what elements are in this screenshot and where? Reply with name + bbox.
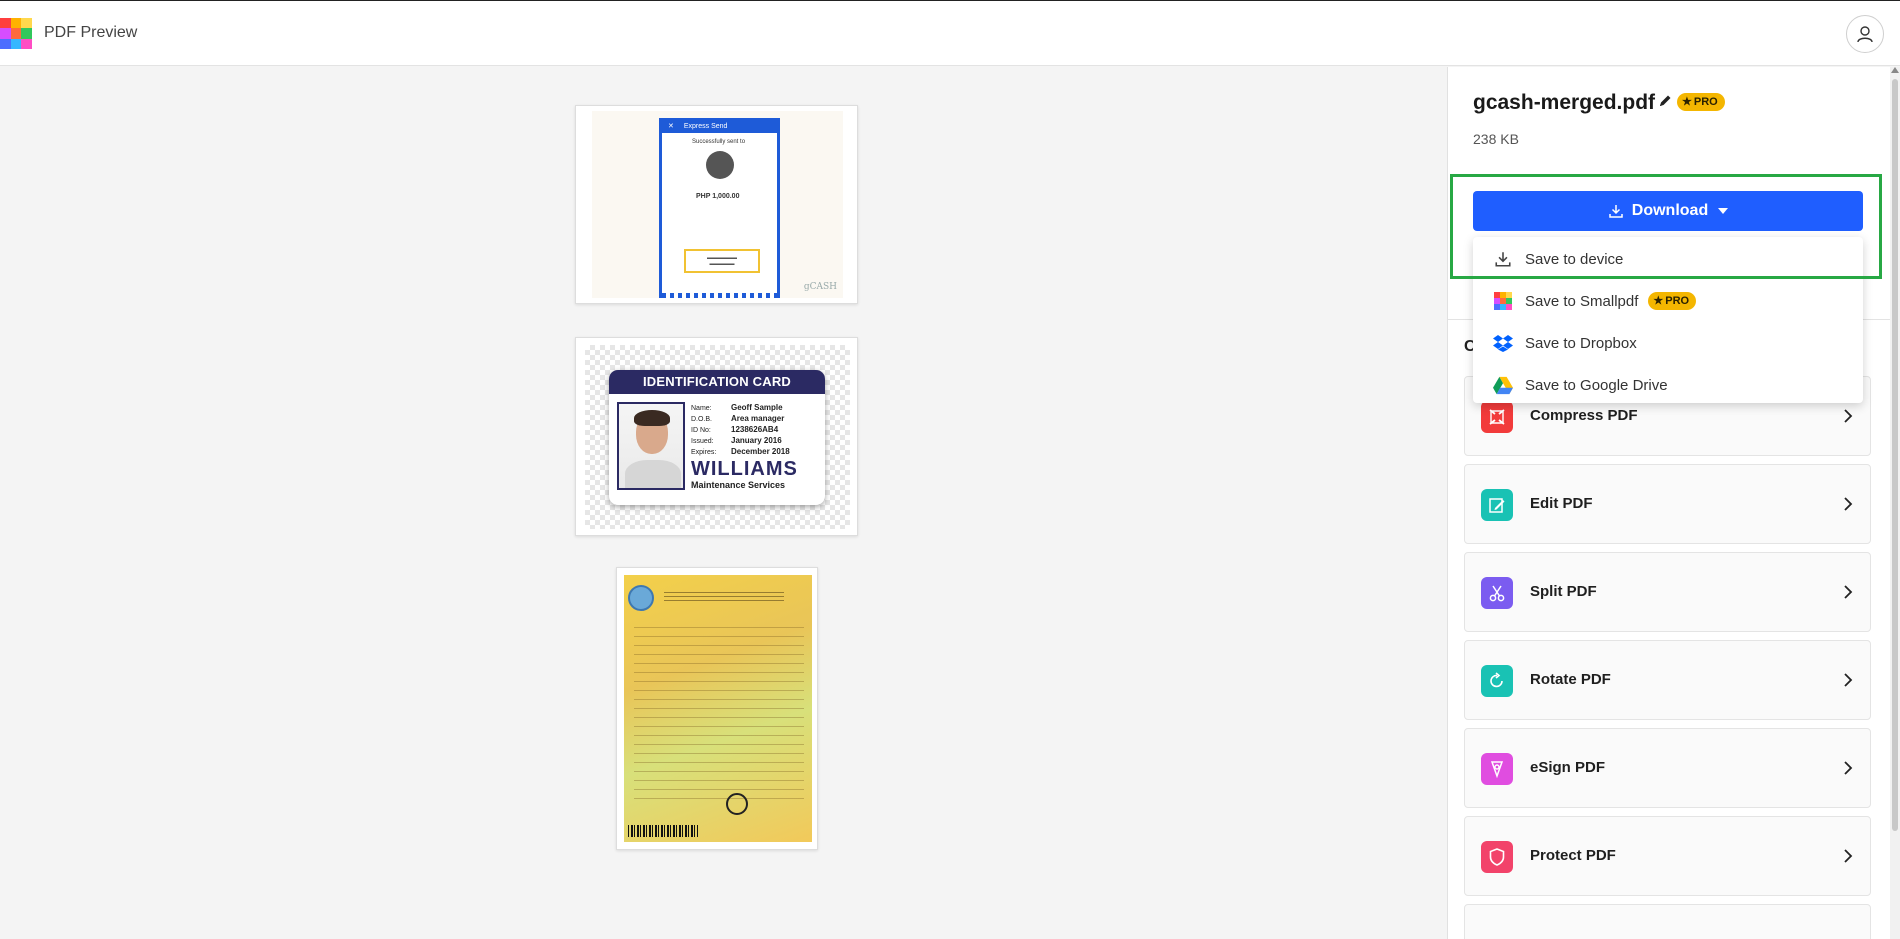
menu-item-save-to-smallpdf[interactable]: Save to Smallpdf ★ PRO — [1473, 281, 1863, 321]
chevron-right-icon — [1844, 761, 1853, 775]
chevron-right-icon — [1844, 409, 1853, 423]
file-name: gcash-merged.pdf — [1473, 91, 1656, 114]
download-icon — [1495, 252, 1511, 267]
chevron-right-icon — [1844, 849, 1853, 863]
right-panel: gcash-merged.pdf ★ PRO 238 KB Download Sa… — [1447, 67, 1900, 939]
tool-split-pdf[interactable]: Split PDF — [1464, 552, 1871, 632]
account-button[interactable] — [1846, 15, 1884, 53]
id-field-row: Name: Geoff Sample — [691, 403, 783, 412]
shield-icon — [1489, 848, 1505, 866]
download-menu: Save to device Save to Smallpdf ★ PRO Sav… — [1473, 237, 1863, 403]
pencil-icon[interactable] — [1657, 93, 1673, 109]
preview-area: ✕ Express Send Successfully sent to PHP 1… — [0, 67, 1447, 939]
menu-item-save-to-device[interactable]: Save to device — [1473, 239, 1863, 279]
id-card-image: IDENTIFICATION CARD Name: Geoff Sample D.O… — [609, 370, 825, 505]
star-icon: ★ — [1653, 295, 1664, 307]
scroll-thumb[interactable] — [1892, 79, 1898, 831]
download-icon — [1609, 205, 1623, 218]
scissors-icon — [1489, 585, 1505, 602]
google-drive-icon — [1493, 376, 1513, 394]
pro-badge: ★ PRO — [1648, 292, 1697, 310]
menu-item-save-to-google-drive[interactable]: Save to Google Drive — [1473, 365, 1863, 405]
tool-esign-pdf[interactable]: eSign PDF — [1464, 728, 1871, 808]
scrollbar[interactable] — [1890, 67, 1900, 939]
caret-down-icon — [1718, 208, 1729, 214]
pro-badge: ★ PRO — [1677, 93, 1725, 111]
chevron-right-icon — [1844, 585, 1853, 599]
page-thumbnail-2[interactable]: IDENTIFICATION CARD Name: Geoff Sample D.O… — [575, 337, 858, 536]
page-thumbnail-1[interactable]: ✕ Express Send Successfully sent to PHP 1… — [575, 105, 858, 304]
id-field-row: D.O.B. Area manager — [691, 414, 785, 423]
esign-icon — [1490, 761, 1504, 779]
chevron-right-icon — [1844, 497, 1853, 511]
top-bar: PDF Preview — [0, 0, 1900, 66]
rotate-icon — [1490, 672, 1503, 688]
menu-item-save-to-dropbox[interactable]: Save to Dropbox — [1473, 323, 1863, 363]
id-field-row: ID No: 1238626AB4 — [691, 425, 779, 434]
compress-icon — [1489, 409, 1505, 425]
id-field-row: Expires: December 2018 — [691, 447, 790, 456]
smallpdf-icon — [1494, 292, 1512, 310]
app-title: PDF Preview — [44, 24, 138, 41]
certificate-image — [624, 575, 812, 842]
star-icon: ★ — [1682, 96, 1692, 108]
dropbox-icon — [1493, 335, 1513, 352]
smallpdf-logo-icon[interactable] — [0, 18, 32, 49]
tool-protect-pdf[interactable]: Protect PDF — [1464, 816, 1871, 896]
tool-rotate-pdf[interactable]: Rotate PDF — [1464, 640, 1871, 720]
user-icon — [1857, 26, 1873, 43]
edit-icon — [1489, 498, 1505, 513]
tool-edit-pdf[interactable]: Edit PDF — [1464, 464, 1871, 544]
download-button[interactable]: Download — [1473, 191, 1863, 231]
receipt-image: ✕ Express Send Successfully sent to PHP 1… — [659, 118, 780, 298]
page-thumbnail-3[interactable] — [616, 567, 818, 850]
chevron-right-icon — [1844, 673, 1853, 687]
id-field-row: Issued: January 2016 — [691, 436, 782, 445]
file-size: 238 KB — [1473, 131, 1519, 147]
tool-next-partial[interactable] — [1464, 904, 1871, 939]
scroll-up-icon[interactable] — [1891, 67, 1899, 73]
